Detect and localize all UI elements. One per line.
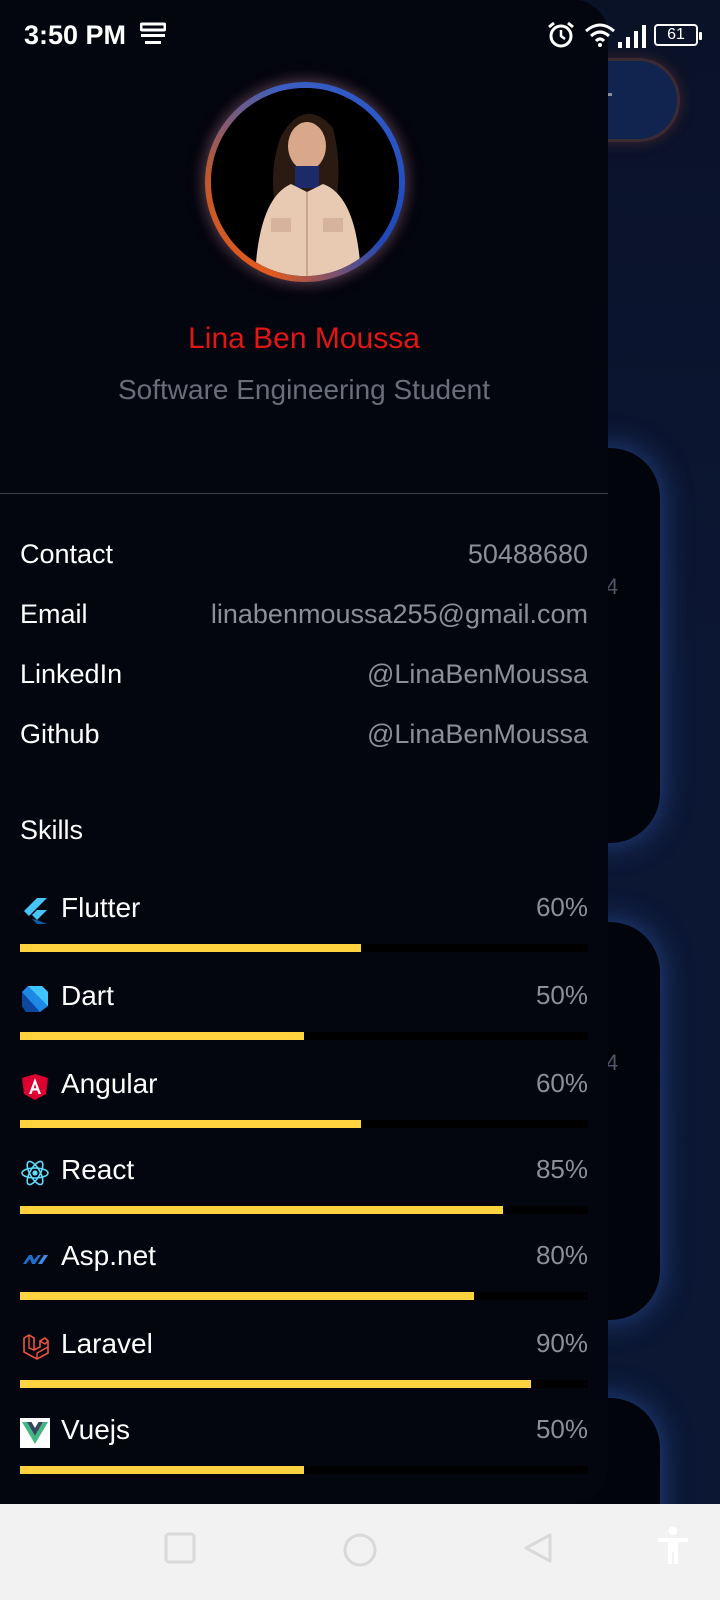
status-time: 3:50 PM [24, 20, 127, 50]
divider [0, 493, 608, 494]
skill-name: Vuejs [61, 1414, 131, 1445]
signal-icon [618, 24, 648, 53]
skill-progress-fill [20, 944, 361, 952]
laravel-icon [20, 1332, 50, 1362]
skill-percent: 60% [535, 1068, 588, 1098]
skill-progress-track [20, 1466, 588, 1474]
info-label: LinkedIn [20, 658, 123, 689]
info-value: @LinaBenMoussa [366, 718, 588, 749]
notification-list-icon [139, 22, 167, 53]
alarm-icon [546, 20, 576, 55]
skill-percent: 90% [535, 1328, 588, 1358]
skill-percent: 85% [535, 1154, 588, 1184]
profile-name: Lina Ben Moussa [188, 322, 420, 355]
accessibility-button[interactable] [656, 1526, 690, 1571]
info-value: 50488680 [467, 538, 588, 569]
linkedin-row[interactable]: LinkedIn @LinaBenMoussa [20, 654, 588, 694]
skill-progress-fill [20, 1292, 475, 1300]
wifi-icon [584, 22, 616, 53]
flutter-icon [20, 896, 50, 926]
skill-progress-fill [20, 1380, 532, 1388]
skill-progress-track [20, 1032, 588, 1040]
recents-button[interactable] [164, 1532, 196, 1569]
skill-name: Dart [61, 980, 114, 1011]
info-label: Email [20, 598, 88, 629]
email-row[interactable]: Email linabenmoussa255@gmail.com [20, 594, 588, 634]
home-button[interactable] [342, 1532, 378, 1573]
skill-progress-track [20, 1120, 588, 1128]
info-label: Github [20, 718, 100, 749]
skill-progress-fill [20, 1032, 304, 1040]
vuejs-icon [20, 1418, 50, 1448]
info-value: @LinaBenMoussa [366, 658, 588, 689]
skill-item: Vuejs 50% [20, 1406, 588, 1486]
info-label: Contact [20, 538, 114, 569]
skill-progress-fill [20, 1120, 361, 1128]
skill-item: Flutter 60% [20, 884, 588, 964]
dart-icon [20, 984, 50, 1014]
skill-item: Asp.net 80% [20, 1232, 588, 1312]
skill-item: Laravel 90% [20, 1320, 588, 1400]
back-button[interactable] [522, 1532, 554, 1569]
skill-name: Angular [61, 1068, 158, 1099]
profile-drawer: Lina Ben Moussa Software Engineering Stu… [0, 0, 608, 1504]
react-icon [20, 1158, 50, 1188]
aspnet-icon [20, 1244, 50, 1274]
skill-percent: 60% [535, 892, 588, 922]
skill-progress-track [20, 1292, 588, 1300]
skill-name: Flutter [61, 892, 141, 923]
skill-name: Laravel [61, 1328, 153, 1359]
skill-item: React 85% [20, 1146, 588, 1226]
skills-title: Skills [20, 815, 84, 845]
avatar[interactable] [211, 88, 399, 276]
skill-progress-track [20, 1380, 588, 1388]
info-value: linabenmoussa255@gmail.com [210, 598, 588, 629]
skill-progress-fill [20, 1466, 304, 1474]
skill-percent: 80% [535, 1240, 588, 1270]
battery-icon: 61 [654, 24, 702, 46]
skill-name: Asp.net [61, 1240, 156, 1271]
skill-progress-track [20, 944, 588, 952]
angular-icon [20, 1072, 50, 1102]
skill-item: Dart 50% [20, 972, 588, 1052]
skill-name: React [61, 1154, 135, 1185]
skill-percent: 50% [535, 1414, 588, 1444]
skill-percent: 50% [535, 980, 588, 1010]
github-row[interactable]: Github @LinaBenMoussa [20, 714, 588, 754]
skill-progress-fill [20, 1206, 503, 1214]
skill-progress-track [20, 1206, 588, 1214]
avatar-ring [205, 82, 405, 282]
contact-row[interactable]: Contact 50488680 [20, 534, 588, 574]
skill-item: Angular 60% [20, 1060, 588, 1140]
status-bar: 3:50 PM 61 [0, 0, 720, 70]
system-nav-bar [0, 1504, 720, 1600]
profile-role: Software Engineering Student [117, 374, 491, 405]
